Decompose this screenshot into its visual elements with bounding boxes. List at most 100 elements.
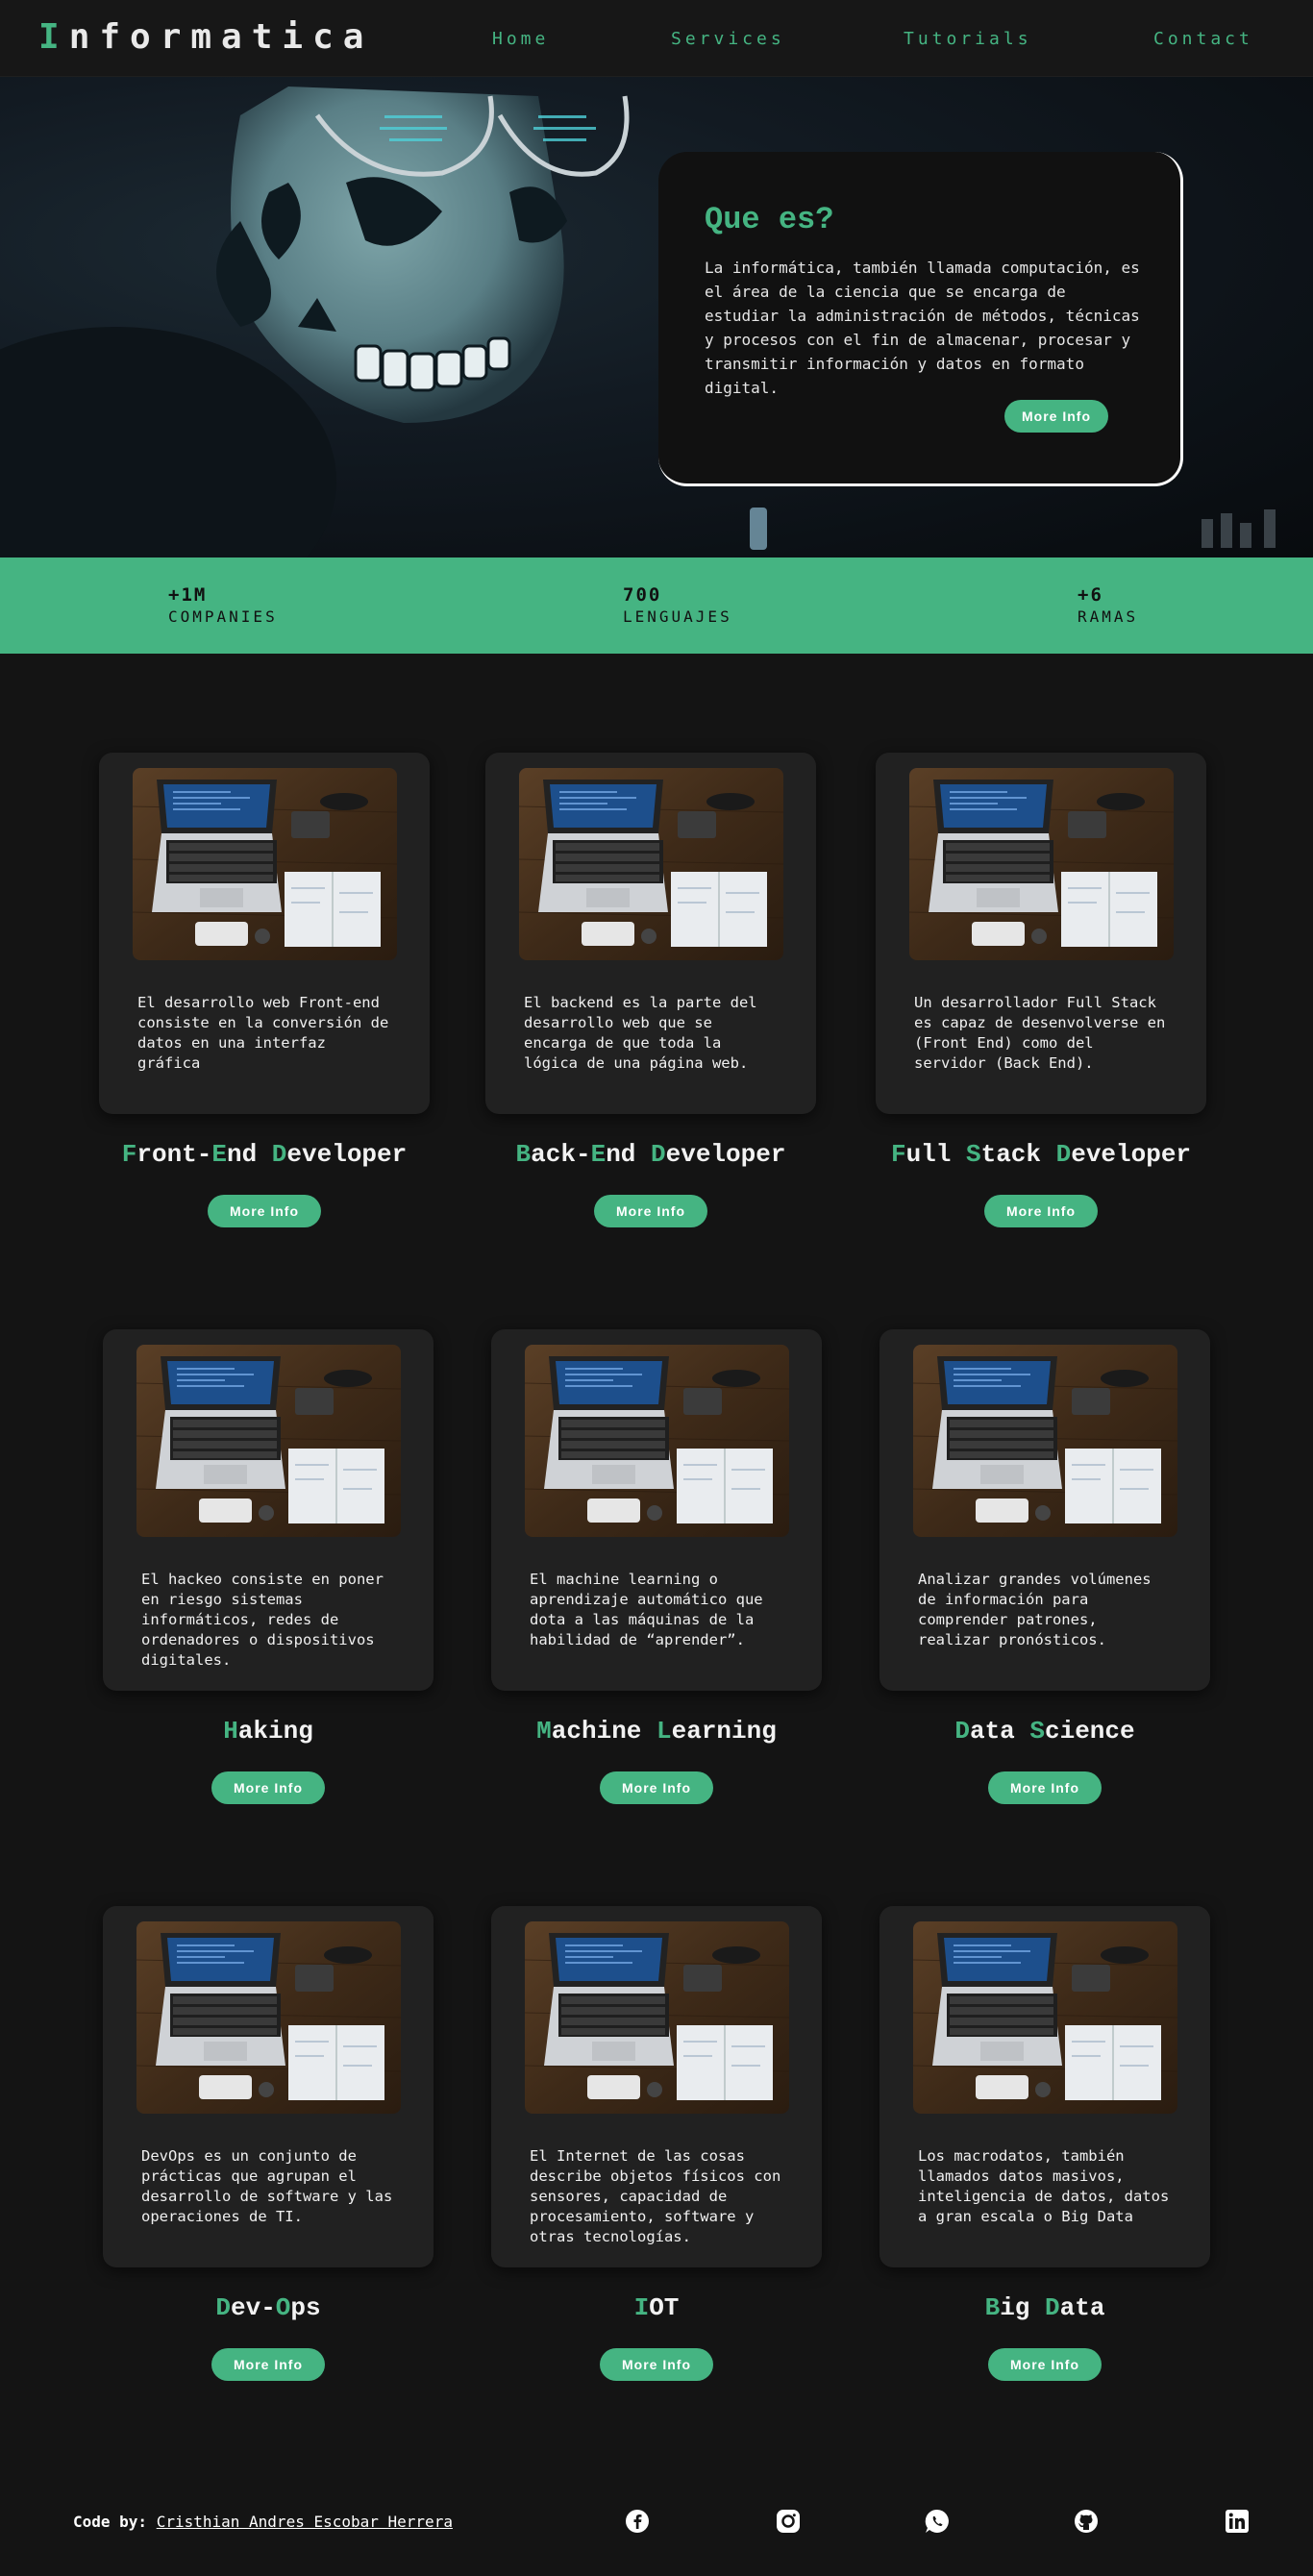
card-image — [136, 1345, 401, 1537]
card-description: Los macrodatos, también llamados datos m… — [918, 2147, 1170, 2225]
hero-keyboard-glow — [750, 508, 1276, 550]
card-more-info-button[interactable]: More Info — [600, 1771, 713, 1804]
nav-contact[interactable]: Contact — [1153, 29, 1253, 49]
credit-label: Code by: — [73, 2513, 148, 2531]
site-footer: Code by: Cristhian Andres Escobar Herrer… — [0, 2489, 1313, 2557]
title-segment: D — [271, 1140, 287, 1169]
title-segment: M — [536, 1717, 552, 1746]
title-segment: H — [223, 1717, 238, 1746]
card-more-info-button[interactable]: More Info — [984, 1195, 1098, 1227]
title-segment: D — [954, 1717, 970, 1746]
card-image — [136, 1921, 401, 2114]
service-card: Un desarrollador Full Stack es capaz de … — [876, 753, 1206, 1114]
card-title: Full Stack Developer — [849, 1140, 1233, 1169]
title-segment: eveloper — [286, 1140, 408, 1169]
card-more-info-button[interactable]: More Info — [988, 2348, 1102, 2381]
stat-label: RAMAS — [1078, 607, 1139, 626]
title-segment: cience — [1045, 1717, 1135, 1746]
title-segment: D — [215, 2293, 231, 2322]
stat-number: +6 — [1078, 584, 1103, 606]
title-segment: ev- — [230, 2293, 276, 2322]
nav-services[interactable]: Services — [671, 29, 785, 49]
service-card: DevOps es un conjunto de prácticas que a… — [103, 1906, 434, 2267]
title-segment: aking — [237, 1717, 313, 1746]
title-segment: D — [651, 1140, 666, 1169]
laptop-photo — [133, 768, 397, 960]
card-image — [525, 1921, 789, 2114]
card-title: Front-End Developer — [72, 1140, 457, 1169]
title-segment: ata — [1059, 2293, 1105, 2322]
card-title: Big Data — [853, 2293, 1237, 2322]
nav-home[interactable]: Home — [492, 29, 549, 49]
site-header: Informatica Home Services Tutorials Cont… — [0, 0, 1313, 77]
title-segment: F — [890, 1140, 906, 1169]
footer-credit: Code by: Cristhian Andres Escobar Herrer… — [73, 2513, 453, 2531]
linkedin-icon[interactable] — [1225, 2509, 1250, 2534]
what-is-title: Que es? — [705, 202, 834, 237]
card-more-info-button[interactable]: More Info — [594, 1195, 707, 1227]
stat-label: LENGUAJES — [623, 607, 732, 626]
title-segment: F — [121, 1140, 137, 1169]
title-segment: earning — [671, 1717, 777, 1746]
hero-more-info-button[interactable]: More Info — [1004, 400, 1108, 433]
stats-bar: +1M COMPANIES 700 LENGUAJES +6 RAMAS — [0, 557, 1313, 654]
github-icon[interactable] — [1074, 2509, 1099, 2534]
title-segment: eveloper — [665, 1140, 786, 1169]
title-segment: ig — [1000, 2293, 1045, 2322]
title-segment: L — [656, 1717, 672, 1746]
title-segment: D — [1045, 2293, 1060, 2322]
card-image — [133, 768, 397, 960]
card-image — [519, 768, 783, 960]
stat-branches: +6 RAMAS — [1078, 584, 1138, 626]
card-description: Analizar grandes volúmenes de informació… — [918, 1571, 1152, 1648]
card-title: Machine Learning — [464, 1717, 849, 1746]
service-card: Los macrodatos, también llamados datos m… — [879, 1906, 1210, 2267]
card-more-info-button[interactable]: More Info — [988, 1771, 1102, 1804]
card-title: IOT — [464, 2293, 849, 2322]
what-is-card: Que es? La informática, también llamada … — [658, 152, 1183, 486]
title-segment: S — [965, 1140, 981, 1169]
author-link[interactable]: Cristhian Andres Escobar Herrera — [157, 2513, 453, 2531]
stat-companies: +1M COMPANIES — [168, 584, 278, 626]
title-segment: ront- — [136, 1140, 212, 1169]
card-title: Haking — [76, 1717, 460, 1746]
instagram-icon[interactable] — [776, 2509, 801, 2534]
title-segment: I — [633, 2293, 650, 2322]
card-more-info-button[interactable]: More Info — [600, 2348, 713, 2381]
title-segment: ata — [969, 1717, 1030, 1746]
card-more-info-button[interactable]: More Info — [208, 1195, 321, 1227]
card-title: Back-End Developer — [458, 1140, 843, 1169]
card-image — [909, 768, 1174, 960]
stat-number: +1M — [168, 584, 208, 606]
title-segment: O — [275, 2293, 291, 2322]
card-image — [913, 1921, 1177, 2114]
title-segment: OT — [649, 2293, 680, 2322]
service-card: El desarrollo web Front-end consiste en … — [99, 753, 430, 1114]
site-logo[interactable]: Informatica — [38, 17, 373, 57]
service-card: Analizar grandes volúmenes de informació… — [879, 1329, 1210, 1691]
card-image — [525, 1345, 789, 1537]
card-more-info-button[interactable]: More Info — [211, 1771, 325, 1804]
title-segment: B — [984, 2293, 1001, 2322]
card-more-info-button[interactable]: More Info — [211, 2348, 325, 2381]
what-is-text: La informática, también llamada computac… — [705, 259, 1140, 397]
title-segment: nd — [606, 1140, 651, 1169]
card-description: DevOps es un conjunto de prácticas que a… — [141, 2147, 393, 2225]
laptop-photo — [136, 1345, 401, 1537]
service-card: El backend es la parte del desarrollo we… — [485, 753, 816, 1114]
facebook-icon[interactable] — [625, 2509, 650, 2534]
stat-number: 700 — [623, 584, 662, 606]
card-image — [913, 1345, 1177, 1537]
laptop-photo — [525, 1921, 789, 2114]
title-segment: ull — [905, 1140, 966, 1169]
title-segment: E — [211, 1140, 227, 1169]
logo-text: nformatica — [68, 17, 374, 57]
laptop-photo — [909, 768, 1174, 960]
service-card: El hackeo consiste en poner en riesgo si… — [103, 1329, 434, 1691]
whatsapp-icon[interactable] — [925, 2509, 950, 2534]
title-segment: ps — [290, 2293, 321, 2322]
hero-background-image — [0, 87, 630, 557]
nav-tutorials[interactable]: Tutorials — [904, 29, 1032, 49]
laptop-photo — [519, 768, 783, 960]
stat-label: COMPANIES — [168, 607, 278, 626]
